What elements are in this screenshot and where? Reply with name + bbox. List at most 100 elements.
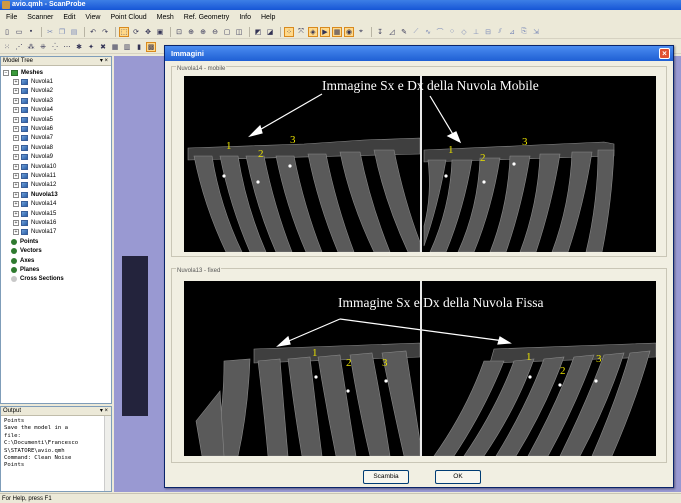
tree-item-nuvola[interactable]: + Nuvola13 xyxy=(3,190,111,199)
panel-controls[interactable]: ▾ × xyxy=(100,57,108,66)
copy-icon[interactable]: ❐ xyxy=(57,27,67,37)
cloud-move-icon[interactable]: ⤧ xyxy=(296,27,306,37)
point-tool-icon[interactable]: ↧ xyxy=(375,27,385,37)
measure-icon[interactable]: ⌖ xyxy=(356,27,366,37)
view-icon[interactable]: ▣ xyxy=(155,27,165,37)
tree-item-nuvola[interactable]: + Nuvola14 xyxy=(3,199,111,208)
tree-item-nuvola[interactable]: + Nuvola12 xyxy=(3,181,111,190)
zoom-all-icon[interactable]: ▢ xyxy=(222,27,232,37)
menu-edit[interactable]: Edit xyxy=(63,14,75,21)
expand-toggle[interactable]: + xyxy=(13,219,19,226)
zoom-icon[interactable]: ⊕ xyxy=(186,27,196,37)
menu-help[interactable]: Help xyxy=(261,14,275,21)
cloud-noise-icon[interactable]: ⋯ xyxy=(62,42,72,52)
point-cloud-icon[interactable]: ⁙ xyxy=(2,42,12,52)
align-icon[interactable]: ◈ xyxy=(308,26,318,37)
tree-item-nuvola[interactable]: + Nuvola17 xyxy=(3,228,111,237)
expand-toggle[interactable]: + xyxy=(13,88,19,95)
expand-toggle[interactable]: + xyxy=(13,154,19,161)
section-tool-icon[interactable]: ⊟ xyxy=(483,27,493,37)
surface-tool-icon[interactable]: ◿ xyxy=(387,27,397,37)
pen-icon[interactable]: ✎ xyxy=(399,27,409,37)
expand-toggle[interactable]: + xyxy=(13,144,19,151)
menu-point-cloud[interactable]: Point Cloud xyxy=(110,14,146,21)
bars-icon[interactable]: ▥ xyxy=(122,42,132,52)
dialog-title-bar[interactable]: Immagini × xyxy=(165,46,673,61)
tree-item-axes[interactable]: Axes xyxy=(3,256,111,265)
offset-tool-icon[interactable]: ⫽ xyxy=(495,27,505,37)
histogram-icon[interactable]: ▮ xyxy=(134,42,144,52)
menu-info[interactable]: Info xyxy=(239,14,251,21)
zoom-in-icon[interactable]: ⊕ xyxy=(198,27,208,37)
plane-tool-icon[interactable]: ◇ xyxy=(459,27,469,37)
report-tool-icon[interactable]: ⎘ xyxy=(519,27,529,37)
line-tool-icon[interactable]: ⟋ xyxy=(411,27,421,37)
mesh-filter-icon[interactable]: ◪ xyxy=(265,27,275,37)
tree-item-nuvola[interactable]: + Nuvola7 xyxy=(3,134,111,143)
axis-tool-icon[interactable]: ⊥ xyxy=(471,27,481,37)
tree-item-nuvola[interactable]: + Nuvola9 xyxy=(3,153,111,162)
expand-toggle[interactable]: + xyxy=(13,79,19,86)
tree-item-cross-sections[interactable]: Cross Sections xyxy=(3,275,111,284)
arc-tool-icon[interactable]: ⌒ xyxy=(435,27,445,37)
tree-item-meshes[interactable]: − Meshes xyxy=(3,68,111,77)
expand-toggle[interactable]: + xyxy=(13,201,19,208)
zoom-window-icon[interactable]: ⊡ xyxy=(174,27,184,37)
menu-scanner[interactable]: Scanner xyxy=(27,14,53,21)
view-cube-icon[interactable]: ◫ xyxy=(234,27,244,37)
tree-item-nuvola[interactable]: + Nuvola3 xyxy=(3,96,111,105)
cloud-split-icon[interactable]: ⁛ xyxy=(50,42,60,52)
zoom-out-icon[interactable]: ⊖ xyxy=(210,27,220,37)
panel-controls[interactable]: ▾ × xyxy=(100,407,108,416)
tree-item-nuvola[interactable]: + Nuvola1 xyxy=(3,77,111,86)
cloud-select-icon[interactable]: ⁘ xyxy=(284,26,294,37)
expand-toggle[interactable]: + xyxy=(13,172,19,179)
pan-icon[interactable]: ✥ xyxy=(143,27,153,37)
expand-toggle[interactable]: + xyxy=(13,182,19,189)
wand-icon[interactable]: ✦ xyxy=(86,42,96,52)
tree-item-nuvola[interactable]: + Nuvola6 xyxy=(3,124,111,133)
menu-mesh[interactable]: Mesh xyxy=(157,14,174,21)
curve-tool-icon[interactable]: ∿ xyxy=(423,27,433,37)
expand-toggle[interactable]: + xyxy=(13,126,19,133)
window-title-bar[interactable]: avio.qmh - ScanProbe xyxy=(0,0,681,10)
register-icon[interactable]: ▶ xyxy=(320,26,330,37)
export-tool-icon[interactable]: ⇲ xyxy=(531,27,541,37)
tree-item-nuvola[interactable]: + Nuvola4 xyxy=(3,106,111,115)
tree-item-planes[interactable]: Planes xyxy=(3,265,111,274)
expand-toggle[interactable]: + xyxy=(13,97,19,104)
circle-tool-icon[interactable]: ○ xyxy=(447,27,457,37)
save-icon[interactable]: ▪ xyxy=(26,27,36,37)
open-folder-icon[interactable]: ▭ xyxy=(14,27,24,37)
redo-icon[interactable]: ↷ xyxy=(100,27,110,37)
menu-file[interactable]: File xyxy=(6,14,17,21)
expand-toggle[interactable]: + xyxy=(13,229,19,236)
camera-icon[interactable]: ◉ xyxy=(344,26,354,37)
expand-toggle[interactable]: + xyxy=(13,135,19,142)
tree-item-nuvola[interactable]: + Nuvola5 xyxy=(3,115,111,124)
tree-item-nuvola[interactable]: + Nuvola15 xyxy=(3,209,111,218)
ok-button[interactable]: OK xyxy=(435,470,481,484)
cloud-filter-icon[interactable]: ⋰ xyxy=(14,42,24,52)
close-icon[interactable]: × xyxy=(659,48,670,59)
expand-toggle[interactable]: + xyxy=(13,163,19,170)
expand-toggle[interactable]: + xyxy=(13,107,19,114)
grid-icon[interactable]: ▦ xyxy=(110,42,120,52)
undo-icon[interactable]: ↶ xyxy=(88,27,98,37)
expand-toggle[interactable]: + xyxy=(13,210,19,217)
expand-toggle[interactable]: + xyxy=(13,191,19,198)
cloud-clean-icon[interactable]: ✱ xyxy=(74,42,84,52)
swap-button[interactable]: Scambia xyxy=(363,470,409,484)
fit-tool-icon[interactable]: ⊿ xyxy=(507,27,517,37)
collapse-toggle[interactable]: − xyxy=(3,69,9,76)
paste-icon[interactable]: ▤ xyxy=(69,27,79,37)
tree-item-nuvola[interactable]: + Nuvola11 xyxy=(3,171,111,180)
tree-item-vectors[interactable]: Vectors xyxy=(3,246,111,255)
mesh-tool-icon[interactable]: ◩ xyxy=(253,27,263,37)
expand-toggle[interactable]: + xyxy=(13,116,19,123)
delete-icon[interactable]: ✖ xyxy=(98,42,108,52)
cloud-sample-icon[interactable]: ⁂ xyxy=(26,42,36,52)
select-icon[interactable]: ⬚ xyxy=(119,26,129,37)
output-scrollbar[interactable] xyxy=(104,416,111,491)
image-viewer-icon[interactable]: ▩ xyxy=(146,41,156,52)
